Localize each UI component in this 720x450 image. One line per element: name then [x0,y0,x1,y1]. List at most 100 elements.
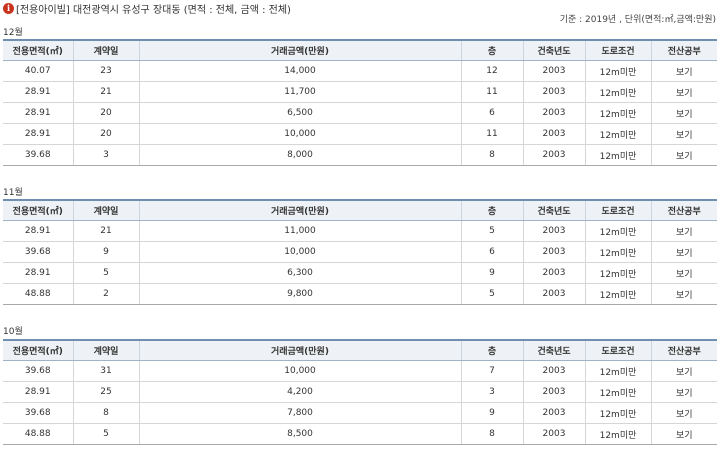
cell-area: 40.07 [3,60,73,82]
month-label-nov: 11월 [3,188,23,198]
cell-road-condition: 12m미만 [584,423,651,445]
cell-build-year: 2003 [522,402,585,424]
view-document-button[interactable]: 보기 [650,381,717,403]
cell-price: 14,000 [138,60,461,82]
cell-price: 7,800 [138,402,461,424]
column-header-year: 건축년도 [522,199,585,221]
table-row: 39.68 9 10,000 6 2003 12m미만 보기 [3,241,717,263]
cell-area: 28.91 [3,262,73,284]
view-document-button[interactable]: 보기 [650,423,717,445]
view-document-button[interactable]: 보기 [650,241,717,263]
table-row: 39.68 3 8,000 8 2003 12m미만 보기 [3,144,717,166]
cell-road-condition: 12m미만 [584,381,651,403]
view-document-button[interactable]: 보기 [650,123,717,145]
table-row: 28.91 5 6,300 9 2003 12m미만 보기 [3,262,717,284]
table-header-row: 전용면적(㎡) 계약일 거래금액(만원) 층 건축년도 도로조건 전산공부 [3,199,717,221]
cell-build-year: 2003 [522,360,585,382]
cell-area: 39.68 [3,402,73,424]
cell-floor: 8 [460,423,523,445]
cell-contract-day: 20 [72,102,139,124]
transactions-table-oct: 전용면적(㎡) 계약일 거래금액(만원) 층 건축년도 도로조건 전산공부 39… [3,339,717,445]
cell-area: 48.88 [3,423,73,445]
table-header-row: 전용면적(㎡) 계약일 거래금액(만원) 층 건축년도 도로조건 전산공부 [3,39,717,61]
view-document-button[interactable]: 보기 [650,102,717,124]
cell-area: 28.91 [3,102,73,124]
column-header-floor: 층 [460,39,523,61]
view-document-button[interactable]: 보기 [650,283,717,305]
view-document-button[interactable]: 보기 [650,360,717,382]
cell-road-condition: 12m미만 [584,81,651,103]
column-header-floor: 층 [460,339,523,361]
cell-area: 28.91 [3,220,73,242]
cell-build-year: 2003 [522,283,585,305]
month-label-oct: 10월 [3,327,23,337]
cell-build-year: 2003 [522,381,585,403]
cell-build-year: 2003 [522,262,585,284]
cell-contract-day: 31 [72,360,139,382]
cell-contract-day: 21 [72,81,139,103]
column-header-doc: 전산공부 [650,339,717,361]
view-document-button[interactable]: 보기 [650,60,717,82]
view-document-button[interactable]: 보기 [650,262,717,284]
column-header-day: 계약일 [72,339,139,361]
cell-road-condition: 12m미만 [584,220,651,242]
cell-area: 28.91 [3,381,73,403]
cell-floor: 12 [460,60,523,82]
column-header-year: 건축년도 [522,39,585,61]
cell-floor: 5 [460,220,523,242]
cell-build-year: 2003 [522,123,585,145]
column-header-day: 계약일 [72,39,139,61]
cell-build-year: 2003 [522,241,585,263]
column-header-price: 거래금액(만원) [138,39,461,61]
cell-road-condition: 12m미만 [584,144,651,166]
column-header-area: 전용면적(㎡) [3,339,73,361]
cell-build-year: 2003 [522,423,585,445]
cell-road-condition: 12m미만 [584,402,651,424]
page-header: i [전용아이빌] 대전광역시 유성구 장대동 (면적 : 전체, 금액 : 전… [3,1,291,16]
column-header-day: 계약일 [72,199,139,221]
cell-price: 9,800 [138,283,461,305]
cell-road-condition: 12m미만 [584,360,651,382]
cell-floor: 7 [460,360,523,382]
cell-area: 28.91 [3,123,73,145]
cell-price: 10,000 [138,241,461,263]
column-header-area: 전용면적(㎡) [3,39,73,61]
cell-floor: 3 [460,381,523,403]
transactions-table-dec: 전용면적(㎡) 계약일 거래금액(만원) 층 건축년도 도로조건 전산공부 40… [3,39,717,166]
cell-floor: 6 [460,102,523,124]
cell-contract-day: 23 [72,60,139,82]
view-document-button[interactable]: 보기 [650,220,717,242]
cell-area: 28.91 [3,81,73,103]
cell-floor: 8 [460,144,523,166]
cell-build-year: 2003 [522,144,585,166]
table-row: 28.91 20 10,000 11 2003 12m미만 보기 [3,123,717,145]
column-header-road: 도로조건 [584,199,651,221]
table-row: 28.91 20 6,500 6 2003 12m미만 보기 [3,102,717,124]
cell-contract-day: 5 [72,423,139,445]
cell-floor: 11 [460,81,523,103]
column-header-road: 도로조건 [584,339,651,361]
cell-contract-day: 9 [72,241,139,263]
table-row: 48.88 2 9,800 5 2003 12m미만 보기 [3,283,717,305]
column-header-year: 건축년도 [522,339,585,361]
table-row: 48.88 5 8,500 8 2003 12m미만 보기 [3,423,717,445]
table-row: 28.91 21 11,000 5 2003 12m미만 보기 [3,220,717,242]
cell-contract-day: 20 [72,123,139,145]
cell-price: 6,500 [138,102,461,124]
month-label-dec: 12월 [3,28,23,38]
cell-floor: 5 [460,283,523,305]
cell-floor: 11 [460,123,523,145]
cell-area: 39.68 [3,360,73,382]
cell-price: 11,700 [138,81,461,103]
view-document-button[interactable]: 보기 [650,402,717,424]
cell-build-year: 2003 [522,220,585,242]
view-document-button[interactable]: 보기 [650,81,717,103]
cell-price: 4,200 [138,381,461,403]
table-row: 28.91 21 11,700 11 2003 12m미만 보기 [3,81,717,103]
table-row: 39.68 31 10,000 7 2003 12m미만 보기 [3,360,717,382]
view-document-button[interactable]: 보기 [650,144,717,166]
cell-area: 39.68 [3,144,73,166]
cell-build-year: 2003 [522,102,585,124]
cell-price: 10,000 [138,123,461,145]
basis-note: 기준 : 2019년 , 단위(면적:㎡,금액:만원) [559,15,716,25]
